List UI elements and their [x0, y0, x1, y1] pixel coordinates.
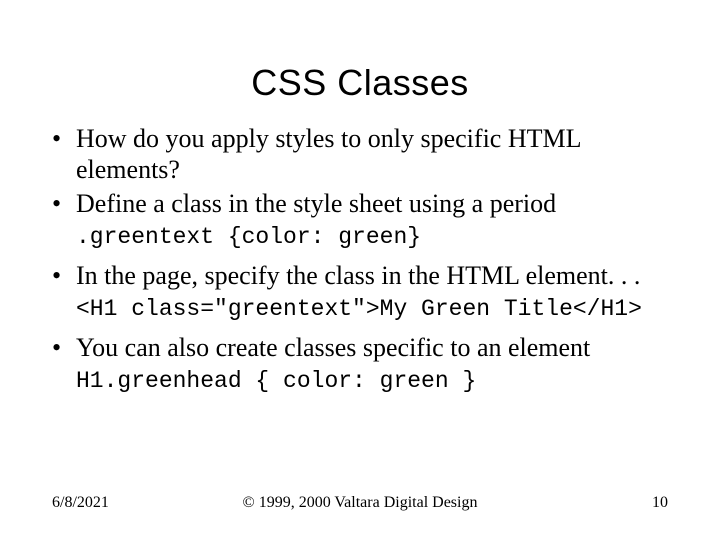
code-snippet: .greentext {color: green} — [52, 224, 680, 251]
footer-date: 6/8/2021 — [52, 494, 109, 512]
slide: CSS Classes How do you apply styles to o… — [0, 0, 720, 540]
footer-page-number: 10 — [652, 494, 668, 512]
bullet-item: In the page, specify the class in the HT… — [52, 261, 680, 292]
bullet-list: You can also create classes specific to … — [52, 333, 680, 364]
code-snippet: <H1 class="greentext">My Green Title</H1… — [52, 296, 680, 323]
bullet-list: In the page, specify the class in the HT… — [52, 261, 680, 292]
code-snippet: H1.greenhead { color: green } — [52, 368, 680, 395]
slide-body: How do you apply styles to only specific… — [0, 124, 720, 395]
bullet-item: You can also create classes specific to … — [52, 333, 680, 364]
slide-footer: 6/8/2021 © 1999, 2000 Valtara Digital De… — [0, 494, 720, 512]
slide-title: CSS Classes — [0, 0, 720, 122]
bullet-item: How do you apply styles to only specific… — [52, 124, 680, 185]
bullet-item: Define a class in the style sheet using … — [52, 189, 680, 220]
bullet-list: How do you apply styles to only specific… — [52, 124, 680, 220]
